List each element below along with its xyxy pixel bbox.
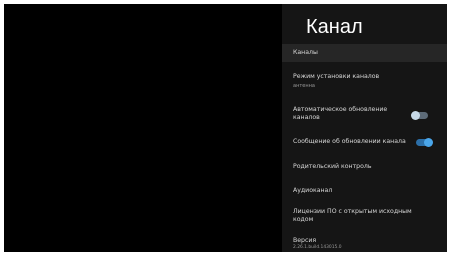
- menu-item-label: Сообщение об обновлении канала: [293, 138, 406, 145]
- menu-item-version[interactable]: Версия 2.26.1.build.143015.0: [282, 234, 447, 252]
- menu-item-audio-channel[interactable]: Аудиоканал: [282, 182, 447, 200]
- menu-item-label-line2: кодом: [293, 216, 314, 223]
- toggle-knob: [424, 138, 433, 147]
- auto-update-toggle[interactable]: [411, 111, 428, 120]
- menu-item-label: Аудиоканал: [293, 187, 333, 194]
- panel-title: Канал: [306, 16, 363, 38]
- menu-item-value: антенна: [293, 83, 315, 89]
- menu-item-label: Версия: [293, 237, 317, 244]
- menu-item-channel-install-mode[interactable]: Режим установки каналов антенна: [282, 70, 447, 94]
- settings-panel: Канал Каналы Режим установки каналов ант…: [282, 4, 447, 252]
- menu-item-label-line2: каналов: [293, 114, 320, 121]
- menu-item-label: Лицензии ПО с открытым исходным: [293, 208, 412, 215]
- menu-item-label: Каналы: [293, 49, 318, 56]
- toggle-knob: [411, 111, 420, 120]
- menu-item-parental-control[interactable]: Родительский контроль: [282, 158, 447, 176]
- menu-item-channel-update-message[interactable]: Сообщение об обновлении канала: [282, 133, 447, 151]
- menu-item-label: Родительский контроль: [293, 163, 372, 170]
- menu-item-label: Режим установки каналов: [293, 73, 380, 80]
- menu-item-open-source-licenses[interactable]: Лицензии ПО с открытым исходным кодом: [282, 205, 447, 229]
- menu-item-auto-channel-update[interactable]: Автоматическое обновление каналов: [282, 102, 447, 128]
- tv-screen: Канал Каналы Режим установки каналов ант…: [4, 4, 447, 252]
- menu-item-channels[interactable]: Каналы: [282, 44, 447, 62]
- menu-item-label: Автоматическое обновление: [293, 106, 388, 113]
- version-number: 2.26.1.build.143015.0: [293, 245, 342, 250]
- update-message-toggle[interactable]: [416, 138, 433, 147]
